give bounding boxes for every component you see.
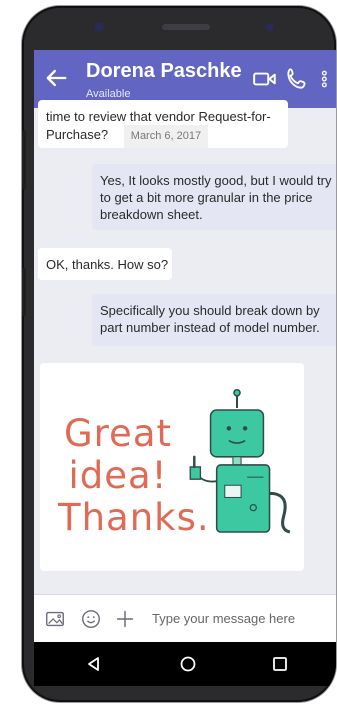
app-screen: Dorena Paschke Available time to review …	[34, 50, 336, 642]
message-line-with-date: Purchase? March 6, 2017	[46, 125, 271, 148]
plus-icon[interactable]	[114, 608, 136, 630]
image-icon[interactable]	[44, 608, 66, 630]
android-nav-bar	[34, 642, 336, 686]
more-vertical-icon[interactable]	[316, 66, 336, 92]
phone-call-icon[interactable]	[284, 66, 310, 92]
contact-name[interactable]: Dorena Paschke	[86, 60, 242, 83]
arrow-left-icon[interactable]	[42, 64, 70, 92]
sticker-line: idea!	[68, 454, 168, 497]
power-button	[22, 268, 26, 316]
triangle-back-icon[interactable]	[84, 654, 104, 674]
message-input[interactable]: Type your message here	[152, 611, 295, 626]
message-line: Purchase?	[46, 127, 109, 142]
volume-button	[22, 130, 26, 190]
message-line: time to review that vendor Request-for-	[46, 109, 271, 124]
message-outgoing[interactable]: Specifically you should break down by pa…	[92, 294, 336, 346]
message-text: time to review that vendor Request-for- …	[46, 108, 271, 148]
circle-home-icon[interactable]	[178, 654, 198, 674]
message-incoming[interactable]: OK, thanks. How so?	[38, 248, 172, 280]
square-recent-icon[interactable]	[270, 654, 290, 674]
sticker-line: Great	[63, 412, 172, 455]
video-call-icon[interactable]	[252, 66, 278, 92]
message-composer: Type your message here	[34, 594, 336, 642]
emoji-icon[interactable]	[80, 608, 102, 630]
sticker-text: Great idea! Thanks.	[58, 412, 210, 539]
message-text: OK, thanks. How so?	[46, 257, 169, 272]
phone-top-bezel	[22, 6, 336, 46]
robot-thumbs-up-icon	[189, 388, 291, 534]
message-outgoing[interactable]: Yes, It looks mostly good, but I would t…	[92, 164, 336, 230]
sticker-line: Thanks.	[58, 496, 210, 539]
message-text: Specifically you should break down by pa…	[100, 303, 320, 335]
front-camera	[94, 22, 104, 32]
phone-frame: Dorena Paschke Available time to review …	[22, 6, 336, 702]
earpiece-speaker	[162, 24, 210, 30]
sticker-card[interactable]: Great idea! Thanks.	[40, 363, 304, 571]
contact-status: Available	[86, 88, 131, 100]
sensor-dot	[266, 23, 274, 31]
message-incoming[interactable]: time to review that vendor Request-for- …	[38, 100, 288, 148]
message-text: Yes, It looks mostly good, but I would t…	[100, 173, 332, 222]
message-date: March 6, 2017	[123, 125, 209, 148]
